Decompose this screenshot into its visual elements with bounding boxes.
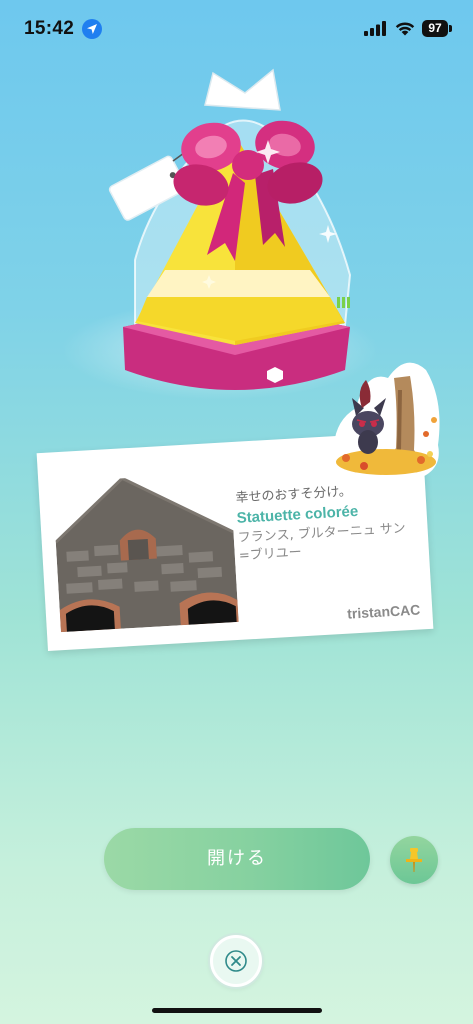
postcard-photo bbox=[52, 472, 239, 633]
status-time: 15:42 bbox=[24, 18, 75, 39]
home-indicator[interactable] bbox=[152, 1008, 322, 1013]
zorua-autumn-sticker-icon bbox=[331, 362, 440, 484]
cellular-signal-icon bbox=[364, 21, 386, 36]
wifi-icon bbox=[395, 22, 415, 36]
postcard-text: 幸せのおすそ分け。 Statuette colorée フランス, ブルターニュ… bbox=[235, 480, 419, 566]
pin-button[interactable] bbox=[390, 836, 438, 884]
battery-cap bbox=[449, 25, 452, 32]
battery-level: 97 bbox=[422, 20, 448, 37]
close-icon bbox=[225, 950, 247, 972]
status-bar: 15:42 97 bbox=[0, 0, 473, 60]
postcard-sender: tristanCAC bbox=[346, 601, 421, 622]
pushpin-icon bbox=[406, 848, 422, 872]
open-gift-button[interactable]: 開ける bbox=[104, 828, 370, 890]
location-arrow-icon bbox=[82, 19, 102, 39]
close-button[interactable] bbox=[210, 935, 262, 987]
